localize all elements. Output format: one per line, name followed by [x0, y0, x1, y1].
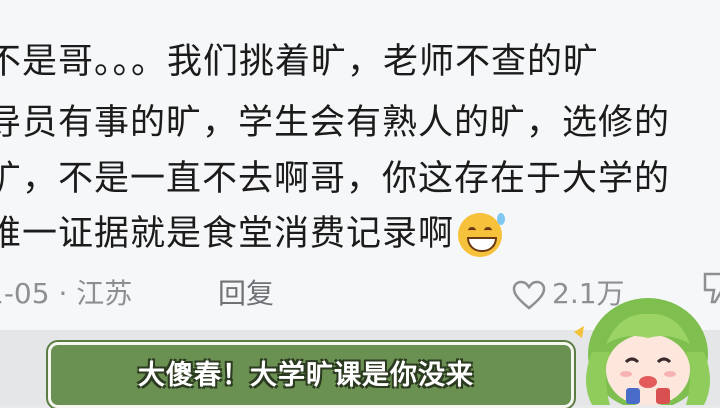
comment-line-1: 不是哥。。。我们挑着旷，老师不查的旷: [0, 42, 600, 82]
grinning-sweat-emoji-icon: [458, 213, 506, 257]
comment-line-4: 唯一证据就是食堂消费记录啊: [0, 205, 506, 257]
heart-icon: [512, 280, 546, 310]
comment-date-location: 1-05 · 江苏: [0, 277, 133, 310]
subtitle-caption: 大傻春！大学旷课是你没来: [138, 360, 474, 391]
anime-girl-avatar-icon: [574, 298, 710, 405]
comment-card: 不是哥。。。我们挑着旷，老师不查的旷 导员有事的旷，学生会有熟人的旷，选修的 旷…: [0, 0, 720, 330]
comment-line-2: 导员有事的旷，学生会有熟人的旷，选修的: [0, 103, 671, 143]
comment-line-3: 旷，不是一直不去啊哥，你这存在于大学的: [0, 159, 671, 199]
comment-line-4-text: 唯一证据就是食堂消费记录啊: [0, 214, 455, 254]
reply-button[interactable]: 回复: [218, 272, 274, 312]
